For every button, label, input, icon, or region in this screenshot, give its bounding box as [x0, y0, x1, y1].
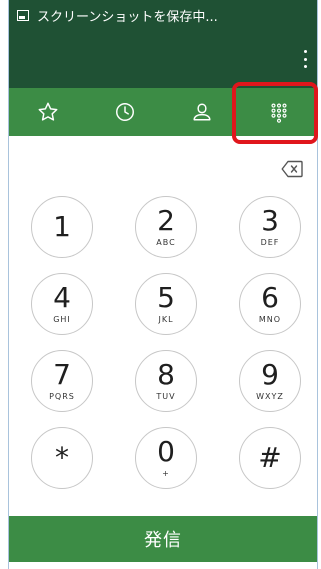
overflow-menu-icon[interactable]: [301, 50, 309, 68]
key-digit: 0: [157, 435, 175, 468]
status-bar: スクリーンショットを保存中...: [9, 0, 317, 30]
backspace-icon: [281, 160, 303, 178]
key-digit: #: [258, 441, 282, 474]
key-7[interactable]: 7 PQRS: [31, 350, 93, 412]
key-letters: +: [162, 469, 170, 478]
tab-bar: [9, 88, 317, 136]
phone-screen: スクリーンショットを保存中... 1 2 ABC 3 DEF 4 GHI 5 J…: [8, 0, 318, 569]
key-0[interactable]: 0 +: [135, 427, 197, 489]
key-5[interactable]: 5 JKL: [135, 273, 197, 335]
screenshot-icon: [17, 9, 29, 21]
key-digit: 2: [157, 204, 175, 237]
key-2[interactable]: 2 ABC: [135, 196, 197, 258]
tab-favorites[interactable]: [9, 88, 86, 136]
key-letters: GHI: [53, 315, 71, 324]
key-digit: *: [55, 441, 69, 474]
action-bar: [9, 30, 317, 88]
key-letters: PQRS: [49, 392, 75, 401]
call-button[interactable]: 発信: [9, 516, 317, 562]
dialpad-icon: [270, 103, 287, 123]
key-digit: 3: [261, 204, 279, 237]
key-9[interactable]: 9 WXYZ: [239, 350, 301, 412]
call-button-label: 発信: [144, 530, 182, 551]
key-digit: 4: [53, 281, 71, 314]
key-letters: JKL: [158, 315, 174, 324]
key-digit: 6: [261, 281, 279, 314]
key-digit: 7: [53, 358, 71, 391]
key-star[interactable]: *: [31, 427, 93, 489]
key-letters: TUV: [156, 392, 176, 401]
key-6[interactable]: 6 MNO: [239, 273, 301, 335]
key-4[interactable]: 4 GHI: [31, 273, 93, 335]
tab-recents[interactable]: [86, 88, 163, 136]
status-text: スクリーンショットを保存中...: [37, 9, 218, 25]
key-digit: 5: [157, 281, 175, 314]
person-icon: [192, 103, 211, 121]
backspace-button[interactable]: [281, 160, 303, 178]
key-letters: WXYZ: [256, 392, 284, 401]
tab-contacts[interactable]: [163, 88, 240, 136]
key-hash[interactable]: #: [239, 427, 301, 489]
key-3[interactable]: 3 DEF: [239, 196, 301, 258]
tab-dialpad[interactable]: [240, 88, 317, 136]
key-1[interactable]: 1: [31, 196, 93, 258]
key-8[interactable]: 8 TUV: [135, 350, 197, 412]
key-letters: ABC: [156, 238, 176, 247]
key-letters: MNO: [258, 315, 282, 324]
clock-icon: [115, 103, 134, 121]
key-letters: DEF: [260, 238, 280, 247]
key-digit: 9: [261, 358, 279, 391]
star-icon: [38, 102, 57, 121]
key-digit: 8: [157, 358, 175, 391]
key-digit: 1: [53, 210, 71, 243]
